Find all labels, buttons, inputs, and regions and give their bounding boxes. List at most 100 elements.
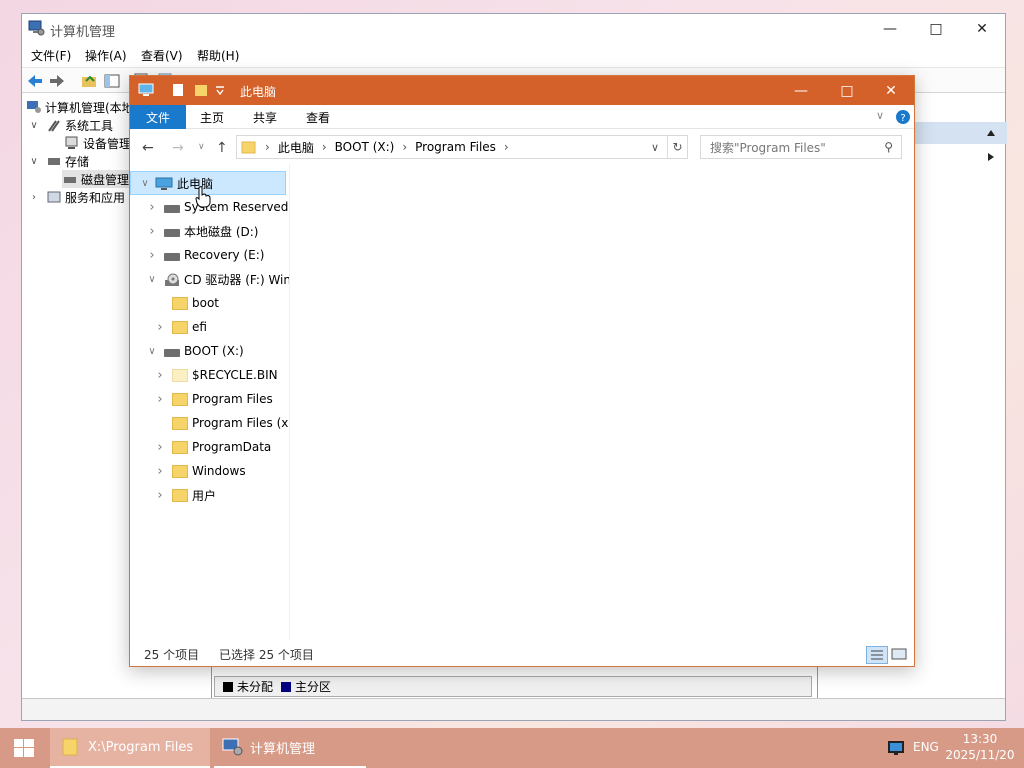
explorer-title-bar[interactable]: 此电脑 — □ ✕ <box>130 76 914 105</box>
chevron-right-icon[interactable]: › <box>146 200 158 215</box>
breadcrumb-item[interactable]: 此电脑 <box>278 139 314 156</box>
explorer-navigation-pane: ∨ 此电脑 › System Reserved › 本地磁盘 (D:) › Recovery … <box>130 164 290 640</box>
cm-status-bar <box>22 698 1005 720</box>
help-icon[interactable]: ? <box>896 110 910 124</box>
nav-item[interactable]: › Windows <box>130 459 289 483</box>
address-bar[interactable]: › 此电脑 › BOOT (X:) › Program Files › ∨ ↻ <box>236 135 688 159</box>
more-actions-arrow-icon[interactable] <box>986 152 996 162</box>
nav-item-label: $RECYCLE.BIN <box>192 368 278 382</box>
tab-home[interactable]: 主页 <box>200 105 224 129</box>
chevron-right-icon[interactable]: › <box>154 392 166 407</box>
nav-item[interactable]: › 用户 <box>130 483 289 507</box>
details-view-button[interactable] <box>866 646 888 664</box>
breadcrumb-separator-icon: › <box>265 140 270 154</box>
chevron-down-icon[interactable]: ∨ <box>28 120 40 131</box>
address-dropdown-icon[interactable]: ∨ <box>651 141 659 154</box>
drive-icon <box>164 229 180 237</box>
chevron-down-icon[interactable]: ∨ <box>146 346 158 357</box>
large-icons-view-button[interactable] <box>889 646 911 664</box>
folder-icon <box>172 368 188 382</box>
cm-maximize-button[interactable]: □ <box>913 14 959 44</box>
chevron-right-icon[interactable]: › <box>146 248 158 263</box>
menu-action[interactable]: 操作(A) <box>85 47 127 64</box>
menu-view[interactable]: 查看(V) <box>141 47 183 64</box>
taskbar-item-computer-management[interactable]: 计算机管理 <box>214 728 366 768</box>
chevron-right-icon[interactable]: › <box>154 440 166 455</box>
tab-file[interactable]: 文件 <box>130 105 186 129</box>
chevron-down-icon[interactable]: ∨ <box>139 178 151 189</box>
menu-help[interactable]: 帮助(H) <box>197 47 239 64</box>
nav-item[interactable]: › Program Files <box>130 387 289 411</box>
nav-item[interactable]: › Recovery (E:) <box>130 243 289 267</box>
quick-access-dropdown-icon[interactable] <box>215 86 225 96</box>
cm-tree-item[interactable]: › 服务和应用 <box>28 188 125 206</box>
nav-item[interactable]: › 本地磁盘 (D:) <box>130 219 289 243</box>
folder-icon <box>172 296 188 310</box>
folder-icon <box>241 141 256 154</box>
breadcrumb-separator-icon[interactable]: › <box>402 140 407 154</box>
cm-title: 计算机管理 <box>50 25 116 40</box>
nav-item[interactable]: › $RECYCLE.BIN <box>130 363 289 387</box>
forward-arrow-icon[interactable] <box>48 72 66 90</box>
properties-quick-icon[interactable] <box>172 83 184 97</box>
cd-drive-icon <box>164 273 180 286</box>
recent-locations-chevron-icon[interactable]: ∨ <box>198 142 205 152</box>
folder-icon <box>172 320 188 334</box>
up-arrow-icon[interactable]: ↑ <box>216 140 228 156</box>
cm-close-button[interactable]: ✕ <box>959 14 1005 44</box>
chevron-right-icon[interactable]: › <box>154 368 166 383</box>
tab-view[interactable]: 查看 <box>306 105 330 129</box>
nav-item[interactable]: › ProgramData <box>130 435 289 459</box>
nav-item[interactable]: ∨ BOOT (X:) <box>130 339 289 363</box>
folder-icon <box>172 440 188 454</box>
nav-item-label: Program Files (x <box>192 416 289 430</box>
collapse-up-icon[interactable] <box>986 128 996 138</box>
back-arrow-icon[interactable]: ← <box>142 140 154 156</box>
back-arrow-icon[interactable] <box>26 72 44 90</box>
nav-item[interactable]: ∨ CD 驱动器 (F:) Win <box>130 267 289 291</box>
tab-share[interactable]: 共享 <box>253 105 277 129</box>
breadcrumb-separator-icon[interactable]: › <box>322 140 327 154</box>
disk-legend: 未分配 主分区 <box>214 676 812 697</box>
nav-item[interactable]: Program Files (x <box>130 411 289 435</box>
refresh-icon[interactable]: ↻ <box>667 136 687 158</box>
search-placeholder: 搜索"Program Files" <box>710 140 826 155</box>
cm-tree-item[interactable]: 设备管理 <box>64 134 131 152</box>
nav-item[interactable]: boot <box>130 291 289 315</box>
chevron-right-icon[interactable]: › <box>154 488 166 503</box>
explorer-maximize-button[interactable]: □ <box>824 76 870 105</box>
show-hide-tree-icon[interactable] <box>103 72 121 90</box>
chevron-right-icon[interactable]: › <box>154 320 166 335</box>
up-folder-icon[interactable] <box>80 72 98 90</box>
chevron-down-icon[interactable]: ∨ <box>28 156 40 167</box>
chevron-right-icon[interactable]: › <box>154 464 166 479</box>
display-tray-icon[interactable] <box>887 740 905 756</box>
explorer-close-button[interactable]: ✕ <box>868 76 914 105</box>
cm-tree-item[interactable]: 计算机管理(本地 <box>26 98 134 116</box>
search-input[interactable]: 搜索"Program Files" ⚲ <box>700 135 902 159</box>
breadcrumb-item[interactable]: BOOT (X:) <box>335 140 395 154</box>
cm-title-bar[interactable]: 计算机管理 — □ ✕ <box>22 14 1005 44</box>
selected-count: 已选择 25 个项目 <box>219 647 314 662</box>
cm-minimize-button[interactable]: — <box>867 14 913 44</box>
system-clock[interactable]: 13:30 2025/11/20 <box>940 731 1020 763</box>
breadcrumb-item[interactable]: Program Files <box>415 140 496 154</box>
unallocated-swatch <box>223 681 233 692</box>
taskbar-item-explorer[interactable]: X:\Program Files <box>50 728 210 768</box>
cm-tree-item[interactable]: ∨ 系统工具 <box>28 116 113 134</box>
nav-item-label: 用户 <box>192 488 217 503</box>
nav-item[interactable]: › efi <box>130 315 289 339</box>
chevron-down-icon[interactable]: ∨ <box>146 274 158 285</box>
new-folder-quick-icon[interactable] <box>194 83 208 97</box>
breadcrumb-separator-icon[interactable]: › <box>504 140 509 154</box>
forward-arrow-icon[interactable]: → <box>172 140 184 156</box>
input-language[interactable]: ENG <box>913 740 939 754</box>
chevron-right-icon[interactable]: › <box>28 192 40 203</box>
ribbon-expand-chevron-icon[interactable]: ∨ <box>876 109 884 122</box>
menu-file[interactable]: 文件(F) <box>31 47 71 64</box>
chevron-right-icon[interactable]: › <box>146 224 158 239</box>
windows-start-icon[interactable] <box>14 739 34 757</box>
explorer-minimize-button[interactable]: — <box>778 76 824 105</box>
cm-tree-item[interactable]: ∨ 存储 <box>28 152 89 170</box>
primary-partition-label: 主分区 <box>295 680 332 694</box>
